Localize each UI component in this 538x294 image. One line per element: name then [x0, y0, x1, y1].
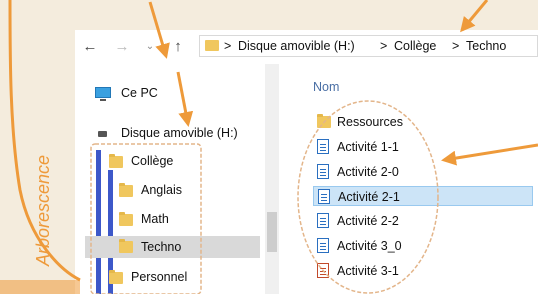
breadcrumb-separator: > — [452, 39, 460, 53]
column-header-name[interactable]: Nom — [313, 80, 339, 94]
folder-icon — [119, 239, 133, 253]
folder-icon — [109, 270, 123, 284]
list-item-selected[interactable]: Activité 2-1 — [313, 186, 533, 206]
list-item-label: Activité 1-1 — [337, 140, 399, 154]
breadcrumb-drive[interactable]: Disque amovible (H:) — [238, 36, 355, 56]
breadcrumb-separator: > — [224, 39, 232, 53]
document-icon — [317, 238, 329, 253]
breadcrumb-separator: > — [380, 39, 388, 53]
chevron-down-icon: ⌄ — [145, 41, 155, 52]
address-bar[interactable]: > Disque amovible (H:) > Collège > Techn… — [199, 35, 538, 57]
tree-line — [96, 150, 101, 294]
nav-scrollbar[interactable] — [265, 64, 279, 294]
file-explorer-window: ← → ⌄ ↑ > Disque amovible (H:) > Collège… — [75, 30, 538, 294]
nav-item-label: Disque amovible (H:) — [121, 126, 238, 140]
folder-icon — [317, 114, 331, 128]
computer-icon — [95, 87, 111, 101]
list-item[interactable]: Activité 3_0 — [313, 236, 533, 256]
list-item-label: Ressources — [337, 115, 403, 129]
document-icon — [317, 213, 329, 228]
arrow-right-icon: → — [114, 38, 130, 55]
navigation-pane: Ce PC Disque amovible (H:) Collège Angla… — [75, 64, 260, 294]
tree-item-label: Techno — [141, 240, 182, 254]
arborescence-label: Arborescence — [33, 154, 54, 267]
list-item-label: Activité 2-2 — [337, 214, 399, 228]
list-item-label: Activité 3-1 — [337, 264, 399, 278]
folder-icon — [109, 154, 123, 168]
tree-item-techno[interactable]: Techno — [85, 236, 260, 258]
drive-icon — [98, 131, 107, 137]
annotation-background-top — [0, 0, 538, 30]
list-item[interactable]: Activité 2-2 — [313, 211, 533, 231]
tree-item-math[interactable]: Math — [119, 210, 229, 228]
toolbar: ← → ⌄ ↑ > Disque amovible (H:) > Collège… — [75, 30, 538, 64]
file-list: Nom Ressources Activité 1-1 Activité 2-0… — [285, 64, 538, 294]
nav-item-ce-pc[interactable]: Ce PC — [95, 84, 245, 102]
arrow-up-icon: ↑ — [174, 38, 182, 55]
arrow-left-icon: ← — [82, 38, 98, 55]
tree-item-label: Personnel — [131, 270, 188, 284]
up-button[interactable]: ↑ — [169, 38, 187, 56]
scrollbar-thumb[interactable] — [267, 212, 277, 252]
folder-icon — [205, 40, 219, 51]
document-icon — [318, 189, 330, 204]
list-item[interactable]: Activité 3-1 — [313, 261, 533, 281]
list-item-label: Activité 2-1 — [338, 190, 400, 204]
forward-button[interactable]: → — [113, 38, 131, 56]
folder-icon — [119, 212, 133, 226]
tree-item-personnel[interactable]: Personnel — [107, 268, 237, 286]
recent-locations-button[interactable]: ⌄ — [141, 38, 159, 56]
tree-item-label: Collège — [131, 154, 174, 168]
list-item[interactable]: Activité 1-1 — [313, 137, 533, 157]
list-item[interactable]: Activité 2-0 — [313, 162, 533, 182]
nav-item-drive[interactable]: Disque amovible (H:) — [95, 124, 265, 142]
back-button[interactable]: ← — [81, 38, 99, 56]
list-item[interactable]: Ressources — [313, 112, 533, 132]
document-icon — [317, 164, 329, 179]
folder-icon — [119, 183, 133, 197]
tree-item-college[interactable]: Collège — [107, 152, 227, 170]
nav-item-label: Ce PC — [121, 86, 158, 100]
tree-item-label: Math — [141, 212, 169, 226]
list-item-label: Activité 2-0 — [337, 165, 399, 179]
tree-item-anglais[interactable]: Anglais — [119, 181, 229, 199]
list-item-label: Activité 3_0 — [337, 239, 402, 253]
presentation-icon — [317, 263, 329, 278]
breadcrumb-college[interactable]: Collège — [394, 36, 436, 56]
document-icon — [317, 139, 329, 154]
breadcrumb-techno[interactable]: Techno — [466, 36, 506, 56]
tree-item-label: Anglais — [141, 183, 182, 197]
